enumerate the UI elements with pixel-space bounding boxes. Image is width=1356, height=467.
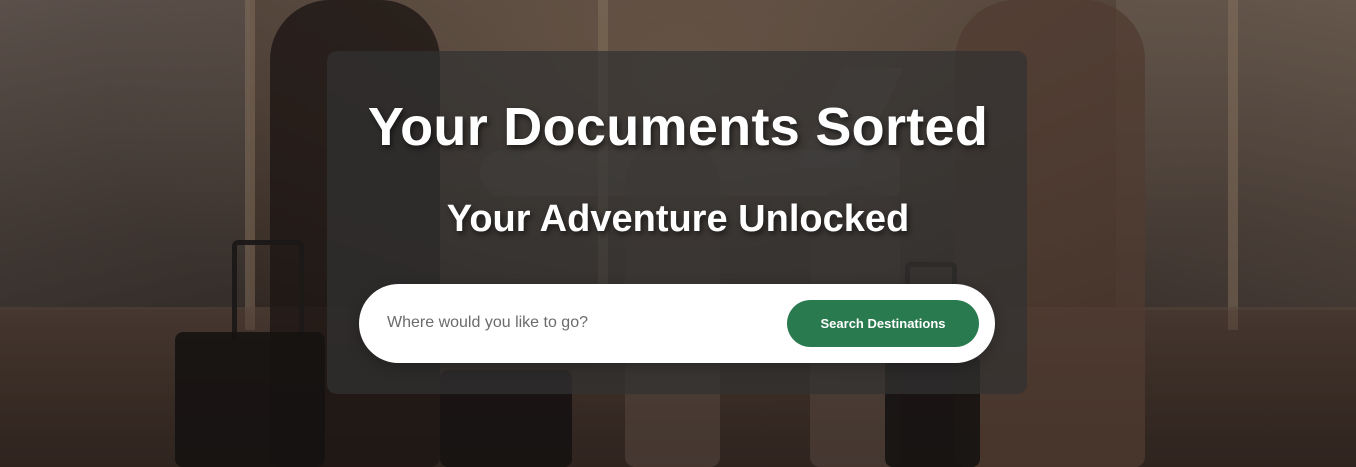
hero-subtitle: Your Adventure Unlocked <box>446 198 910 240</box>
hero-title: Your Documents Sorted <box>367 97 989 157</box>
hero-section: Your Documents Sorted Your Adventure Unl… <box>0 0 1356 467</box>
search-bar: Search Destinations <box>359 284 995 363</box>
search-destinations-button[interactable]: Search Destinations <box>787 300 979 347</box>
destination-search-input[interactable] <box>387 302 777 344</box>
